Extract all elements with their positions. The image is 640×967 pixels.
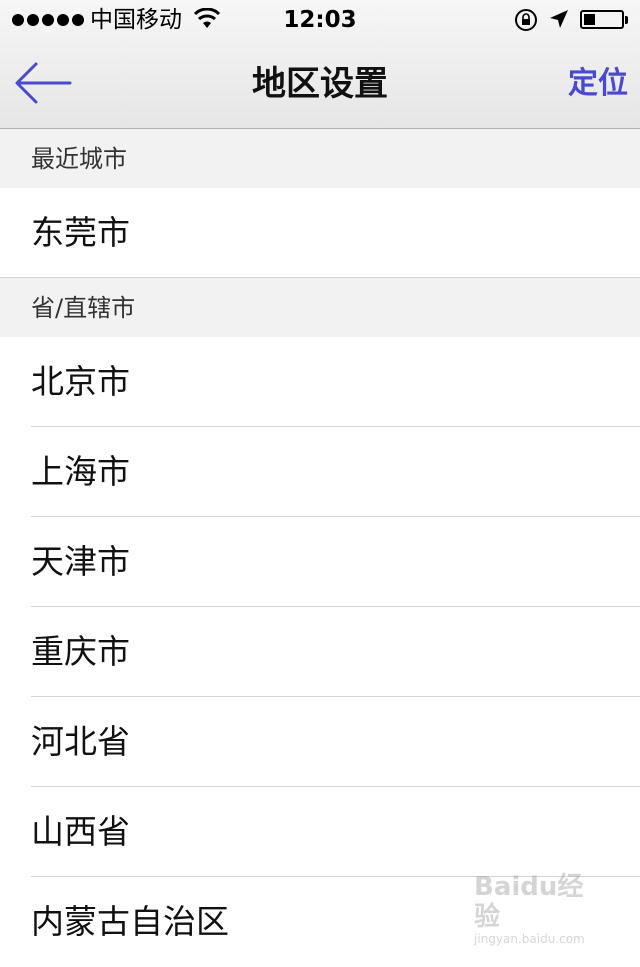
section-header-recent: 最近城市 [0,129,640,188]
watermark: Baidu经验 jingyan.baidu.com [474,872,604,946]
status-bar: 中国移动 12:03 [0,0,640,40]
list-item-label: 北京市 [31,362,130,401]
watermark-logo: Baidu经验 [474,872,584,932]
battery-icon [580,10,628,29]
locate-button[interactable]: 定位 [568,64,628,104]
rotation-lock-icon [515,9,537,31]
region-list: 最近城市 东莞市 省/直辖市 北京市 上海市 天津市 重庆市 河北省 山西省 内… [0,129,640,967]
list-item[interactable]: 山西省 [0,787,640,877]
list-item[interactable]: 河北省 [0,697,640,787]
status-time: 12:03 [283,7,357,33]
watermark-url: jingyan.baidu.com [474,932,585,946]
list-item[interactable]: 北京市 [0,337,640,427]
list-item-label: 重庆市 [31,632,130,671]
battery-level [584,14,595,25]
list-item[interactable]: 天津市 [0,517,640,607]
location-arrow-icon [550,10,568,28]
list-item-label: 山西省 [31,812,130,851]
list-item-label: 东莞市 [31,213,130,252]
top-bar: 中国移动 12:03 地区设置 定位 [0,0,640,129]
list-item[interactable]: 上海市 [0,427,640,517]
list-item[interactable]: 东莞市 [0,188,640,278]
list-item[interactable]: 重庆市 [0,607,640,697]
list-item-label: 天津市 [31,542,130,581]
list-item-label: 河北省 [31,722,130,761]
row-divider [0,277,640,278]
list-item-label: 内蒙古自治区 [31,902,229,941]
section-header-provinces: 省/直辖市 [0,278,640,337]
list-item-label: 上海市 [31,452,130,491]
navigation-bar: 地区设置 定位 [0,40,640,128]
page-title: 地区设置 [252,64,388,104]
